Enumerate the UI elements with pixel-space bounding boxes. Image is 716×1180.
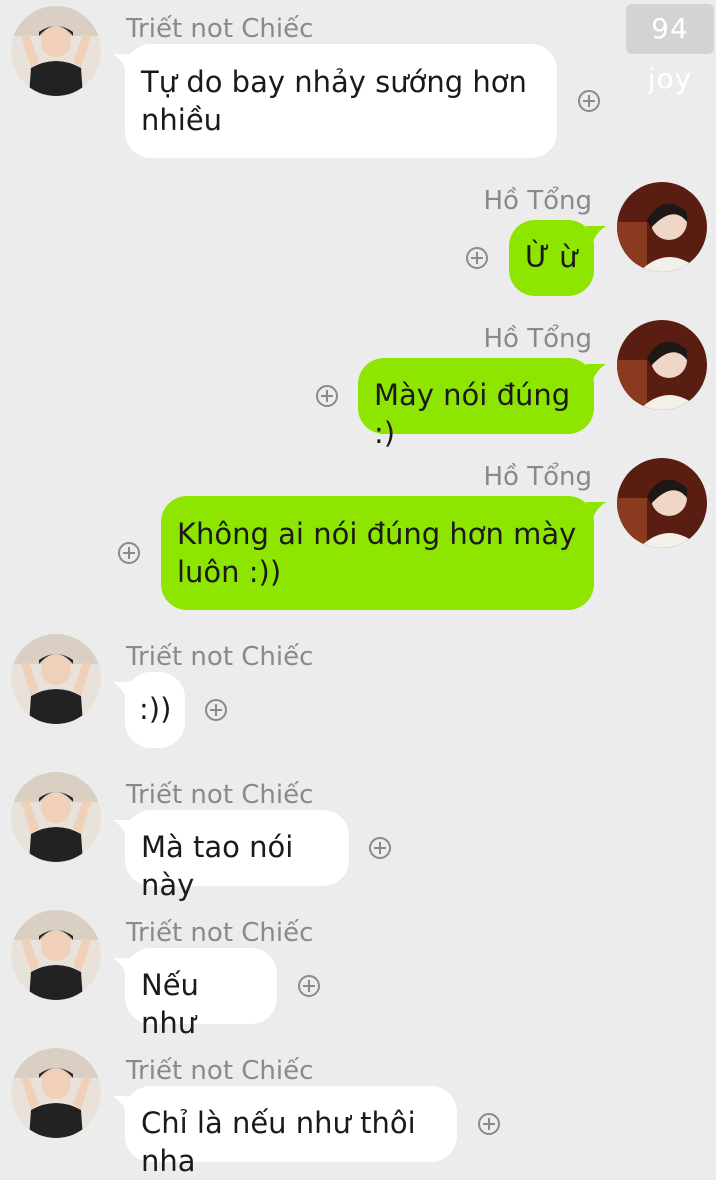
add-reaction-icon[interactable] [369, 837, 391, 859]
sender-name: Triết not Chiếc [126, 642, 314, 672]
avatar[interactable] [11, 910, 101, 1000]
sender-name: Hồ Tổng [483, 462, 593, 492]
message-row: Hồ Tổng Không ai nói đúng hơn mày luôn :… [0, 458, 716, 610]
message-row: Triết not Chiếc Tự do bay nhảy sướng hơn… [0, 6, 716, 158]
message-bubble[interactable]: Tự do bay nhảy sướng hơn nhiều [125, 44, 557, 158]
avatar[interactable] [11, 772, 101, 862]
avatar[interactable] [11, 634, 101, 724]
sender-name: Triết not Chiếc [126, 780, 314, 810]
message-row: Triết not Chiếc :)) [0, 634, 716, 749]
add-reaction-icon[interactable] [478, 1113, 500, 1135]
add-reaction-icon[interactable] [466, 247, 488, 269]
avatar[interactable] [11, 1048, 101, 1138]
message-bubble[interactable]: Mà tao nói này [125, 810, 349, 902]
add-reaction-icon[interactable] [118, 542, 140, 564]
sender-name: Hồ Tổng [483, 324, 593, 354]
message-row: Triết not Chiếc Mà tao nói này [0, 772, 716, 902]
message-text: :)) [139, 692, 172, 726]
message-bubble[interactable]: Nếu như [125, 948, 277, 1040]
avatar[interactable] [617, 320, 707, 410]
message-text: Mà tao nói này [141, 830, 294, 902]
message-row: Triết not Chiếc Nếu như [0, 910, 716, 1040]
add-reaction-icon[interactable] [578, 90, 600, 112]
sender-name: Triết not Chiếc [126, 918, 314, 948]
avatar[interactable] [617, 182, 707, 272]
sender-name: Triết not Chiếc [126, 1056, 314, 1086]
add-reaction-icon[interactable] [298, 975, 320, 997]
message-row: Hồ Tổng Mày nói đúng :) [0, 320, 716, 450]
sender-name: Hồ Tổng [483, 186, 593, 216]
add-reaction-icon[interactable] [205, 699, 227, 721]
message-bubble[interactable]: :)) [125, 672, 185, 748]
message-bubble[interactable]: Mày nói đúng :) [358, 358, 594, 450]
avatar[interactable] [617, 458, 707, 548]
message-bubble[interactable]: Ừ ừ [509, 220, 594, 296]
message-text: Chỉ là nếu như thôi nha [141, 1106, 416, 1178]
message-text: Ừ ừ [525, 240, 578, 274]
message-text: Mày nói đúng :) [374, 378, 571, 450]
sender-name: Triết not Chiếc [126, 14, 314, 44]
message-bubble[interactable]: Không ai nói đúng hơn mày luôn :)) [161, 496, 594, 610]
message-bubble[interactable]: Chỉ là nếu như thôi nha [125, 1086, 457, 1178]
message-text: Nếu như [141, 968, 199, 1040]
message-row: Triết not Chiếc Chỉ là nếu như thôi nha [0, 1048, 716, 1178]
message-row: Hồ Tổng Ừ ừ [0, 182, 716, 297]
add-reaction-icon[interactable] [316, 385, 338, 407]
message-text: Tự do bay nhảy sướng hơn nhiều [141, 65, 527, 137]
avatar[interactable] [11, 6, 101, 96]
message-text: Không ai nói đúng hơn mày luôn :)) [177, 517, 577, 589]
